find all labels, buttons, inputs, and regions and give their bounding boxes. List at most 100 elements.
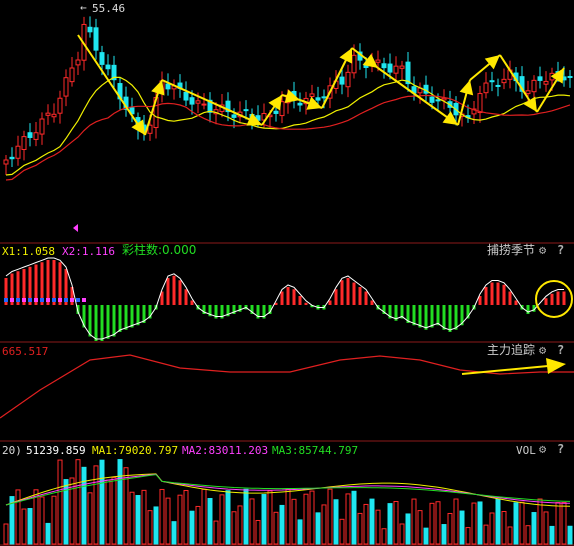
volume-bar	[303, 493, 309, 545]
candle-body	[567, 75, 573, 78]
volume-bar	[135, 495, 141, 545]
volume-bar	[417, 510, 423, 545]
main-force-panel	[0, 354, 574, 419]
volume-bar	[561, 501, 567, 545]
volume-bar	[243, 488, 249, 545]
candle-body	[21, 136, 27, 150]
histogram-bar	[514, 300, 518, 305]
candle-body	[9, 156, 15, 160]
volume-bar	[213, 520, 219, 545]
volume-bar	[507, 526, 513, 545]
histogram-bar	[412, 305, 416, 326]
histogram-bar	[328, 300, 332, 305]
signal-strip	[4, 298, 8, 302]
histogram-bar	[238, 305, 242, 312]
histogram-bar	[346, 278, 350, 305]
gear-icon[interactable]: ⚙	[539, 344, 546, 357]
catch-season-title[interactable]: 捕捞季节	[487, 244, 535, 257]
volume-bar	[339, 518, 345, 545]
histogram-bar	[508, 291, 512, 305]
volume-bar	[393, 501, 399, 545]
volume-bar	[537, 498, 543, 545]
volume-bar	[291, 498, 297, 545]
candle-body	[57, 97, 63, 114]
volume-bar	[75, 459, 81, 545]
candle-body	[75, 59, 81, 66]
histogram-bar	[556, 291, 560, 305]
volume-bar	[159, 488, 165, 545]
volume-bar	[453, 498, 459, 545]
volume-bar	[483, 524, 489, 545]
gear-icon[interactable]: ⚙	[539, 244, 546, 257]
volume-bar	[45, 522, 51, 545]
volume-bar	[369, 498, 375, 545]
volume-bar	[3, 523, 9, 545]
candle-body	[435, 99, 441, 102]
bars-count-label: 彩柱数:0.000	[122, 243, 197, 257]
histogram-bar	[124, 305, 128, 330]
histogram-bar	[448, 305, 452, 332]
trend-arrowhead	[550, 68, 564, 84]
volume-bar	[375, 509, 381, 545]
gear-icon[interactable]: ⚙	[539, 443, 546, 456]
volume-bar	[261, 494, 267, 545]
candle-body	[525, 90, 531, 95]
question-icon[interactable]: ?	[557, 443, 564, 456]
volume-bar	[519, 501, 525, 545]
signal-strip	[76, 298, 80, 302]
candle-body	[375, 59, 381, 63]
volume-bar	[309, 490, 315, 545]
candle-body	[243, 109, 249, 112]
high-price-label: 55.46	[92, 2, 126, 15]
volume-bar	[237, 505, 243, 545]
candle-body	[531, 79, 537, 93]
candle-body	[87, 26, 93, 33]
signal-strip	[28, 298, 32, 302]
histogram-bar	[292, 289, 296, 305]
candle-body	[231, 114, 237, 118]
signal-strip	[40, 298, 44, 302]
volume-bar	[555, 502, 561, 545]
volume-bar	[99, 459, 105, 545]
vol-title[interactable]: VOL	[516, 444, 536, 457]
volume-bar	[489, 512, 495, 545]
histogram-bar	[190, 300, 194, 305]
candle-body	[393, 65, 399, 74]
volume-bar	[363, 503, 369, 545]
stock-chart	[0, 16, 574, 546]
volume-bar	[219, 494, 225, 545]
candle-body	[33, 132, 39, 140]
candle-body	[399, 65, 405, 69]
volume-bar	[285, 488, 291, 545]
volume-bar	[225, 490, 231, 545]
signal-strip	[34, 298, 38, 302]
question-icon[interactable]: ?	[557, 344, 564, 357]
signal-strip	[70, 298, 74, 302]
volume-bar	[15, 489, 21, 545]
candle-body	[201, 103, 207, 106]
x2-label: X2:1.116	[62, 245, 115, 258]
trend-arrowhead	[523, 96, 537, 112]
volume-bar	[513, 502, 519, 545]
x1-label: X1:1.058	[2, 245, 55, 258]
histogram-bar	[94, 305, 98, 341]
histogram-bar	[118, 305, 122, 332]
question-icon[interactable]: ?	[557, 244, 564, 257]
volume-bar	[441, 524, 447, 545]
histogram-bar	[112, 305, 116, 337]
volume-bar	[141, 489, 147, 545]
histogram-bar	[280, 291, 284, 305]
candle-body	[39, 118, 45, 135]
histogram-bar	[424, 305, 428, 330]
signal-strip	[64, 298, 68, 302]
histogram-bar	[340, 280, 344, 305]
histogram-bar	[304, 302, 308, 305]
histogram-bar	[130, 305, 134, 328]
volume-bar	[321, 504, 327, 545]
volume-bar	[297, 519, 303, 545]
volume-bar	[255, 519, 261, 545]
histogram-bar	[502, 284, 506, 305]
vol-ma2: MA2:83011.203	[182, 444, 269, 457]
candle-body	[105, 64, 111, 70]
main-force-title[interactable]: 主力追踪	[487, 344, 535, 357]
